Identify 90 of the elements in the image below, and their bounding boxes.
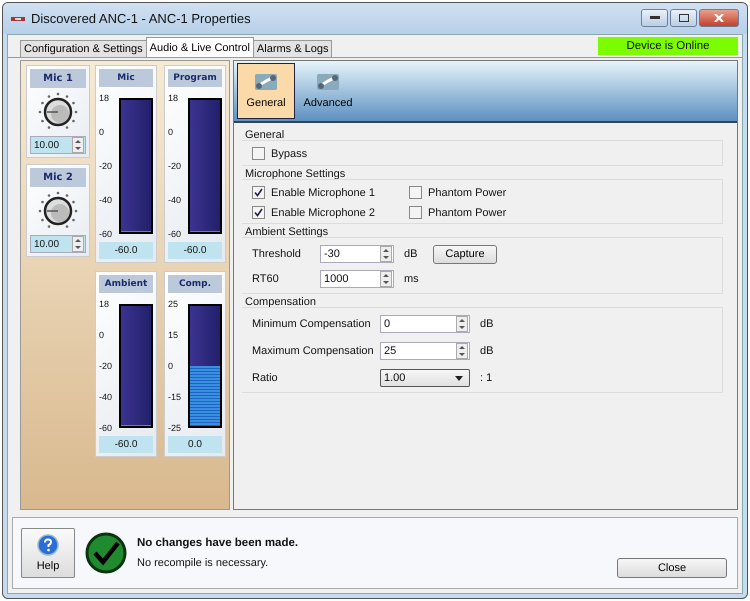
tab[interactable]: Alarms & Logs — [252, 40, 332, 57]
help-icon — [37, 534, 59, 556]
meter-reading: -60.0 — [168, 242, 222, 259]
settings-tab[interactable]: General — [237, 63, 295, 119]
app-icon — [11, 16, 25, 22]
knob-label: Mic 2 — [30, 168, 86, 187]
close-dialog-button[interactable]: Close — [617, 558, 727, 578]
unit-label: ms — [404, 273, 420, 285]
spin-arrows-icon[interactable] — [456, 316, 468, 332]
spin-arrows-icon[interactable] — [456, 343, 468, 359]
knob[interactable] — [38, 191, 78, 231]
tick-label: -20 — [99, 161, 114, 171]
spin-arrows-icon[interactable] — [380, 246, 392, 262]
unit-label: dB — [404, 248, 418, 260]
tick-label: -40 — [99, 392, 114, 402]
tick-label: 25 — [168, 299, 180, 309]
field-label: Maximum Compensation — [252, 345, 374, 357]
knob-label: Mic 1 — [30, 69, 86, 88]
field-label: Threshold — [252, 248, 302, 260]
spin-arrows-icon[interactable] — [72, 137, 84, 153]
close-button[interactable] — [699, 9, 739, 27]
tick-label: -60 — [99, 423, 114, 433]
check-box-icon[interactable] — [252, 147, 265, 160]
tab[interactable]: Audio & Live Control — [146, 37, 254, 57]
number-field[interactable]: 25 — [380, 342, 470, 360]
group-title: General — [244, 129, 286, 141]
number-field[interactable]: 1000 — [320, 270, 394, 288]
maximize-button[interactable] — [670, 9, 697, 27]
status-badge: Device is Online — [598, 37, 738, 55]
knob[interactable] — [38, 92, 78, 132]
capture-button[interactable]: Capture — [433, 244, 497, 264]
tick-label: -20 — [99, 361, 114, 371]
tick-label: 18 — [99, 299, 110, 309]
tick-label: -25 — [168, 423, 182, 433]
unit-label: dB — [480, 345, 494, 357]
settings-tab[interactable]: Advanced — [299, 63, 357, 119]
group-title: Ambient Settings — [244, 226, 330, 238]
group-title: Microphone Settings — [244, 168, 346, 180]
tick-label: 0 — [168, 127, 174, 137]
group-title: Compensation — [244, 296, 317, 308]
tick-label: -15 — [168, 392, 182, 402]
unit-label: : 1 — [480, 372, 494, 384]
tick-label: -60 — [99, 229, 114, 239]
tick-label: -40 — [99, 195, 114, 205]
tick-label: -20 — [168, 161, 182, 171]
checkbox[interactable]: Phantom Power — [409, 206, 506, 219]
minimize-icon — [650, 16, 660, 20]
status-message: No changes have been made. — [137, 537, 300, 549]
meter-label: Ambient — [99, 275, 153, 293]
spin-arrows-icon[interactable] — [72, 236, 84, 252]
tick-label: 18 — [99, 93, 110, 103]
check-box-icon[interactable] — [409, 206, 422, 219]
number-field[interactable]: -30 — [320, 245, 394, 263]
meter-label: Comp. — [168, 275, 222, 293]
checkbox[interactable]: Phantom Power — [409, 186, 506, 199]
meter-reading: 0.0 — [168, 436, 222, 453]
tick-label: 15 — [168, 330, 180, 340]
tick-label: -60 — [168, 229, 182, 239]
spin-arrows-icon[interactable] — [380, 271, 392, 287]
tick-label: 0 — [99, 330, 106, 340]
meter-reading: -60.0 — [99, 242, 153, 259]
check-box-icon[interactable] — [252, 206, 265, 219]
tick-label: -40 — [168, 195, 182, 205]
gain-spinner[interactable]: 10.00 — [30, 136, 86, 154]
field-label: Minimum Compensation — [252, 318, 372, 330]
maximize-icon — [678, 14, 688, 22]
field-label: RT60 — [252, 273, 280, 285]
tick-label: 0 — [99, 127, 106, 137]
minimize-button[interactable] — [641, 9, 668, 27]
gain-spinner[interactable]: 10.00 — [30, 235, 86, 253]
help-button[interactable]: Help — [21, 528, 75, 578]
status-detail: No recompile is necessary. — [137, 557, 270, 569]
meter-label: Mic — [99, 69, 153, 87]
field-label: Ratio — [252, 372, 279, 384]
unit-label: dB — [480, 318, 494, 330]
meter-label: Program — [168, 69, 222, 87]
window-title: Discovered ANC-1 - ANC-1 Properties — [31, 11, 252, 26]
tab[interactable]: Configuration & Settings — [20, 40, 147, 57]
checkbox[interactable]: Enable Microphone 1 — [252, 186, 409, 199]
check-box-icon[interactable] — [409, 186, 422, 199]
tick-label: 18 — [168, 93, 180, 103]
caret-icon — [455, 376, 463, 380]
ratio-dropdown[interactable]: 1.00 — [380, 369, 470, 387]
close-icon — [714, 14, 724, 22]
checkmark-icon — [85, 532, 127, 574]
check-box-icon[interactable] — [252, 186, 265, 199]
tick-label: 0 — [168, 361, 174, 371]
checkbox[interactable]: Enable Microphone 2 — [252, 206, 409, 219]
meter-reading: -60.0 — [99, 436, 153, 453]
number-field[interactable]: 0 — [380, 315, 470, 333]
